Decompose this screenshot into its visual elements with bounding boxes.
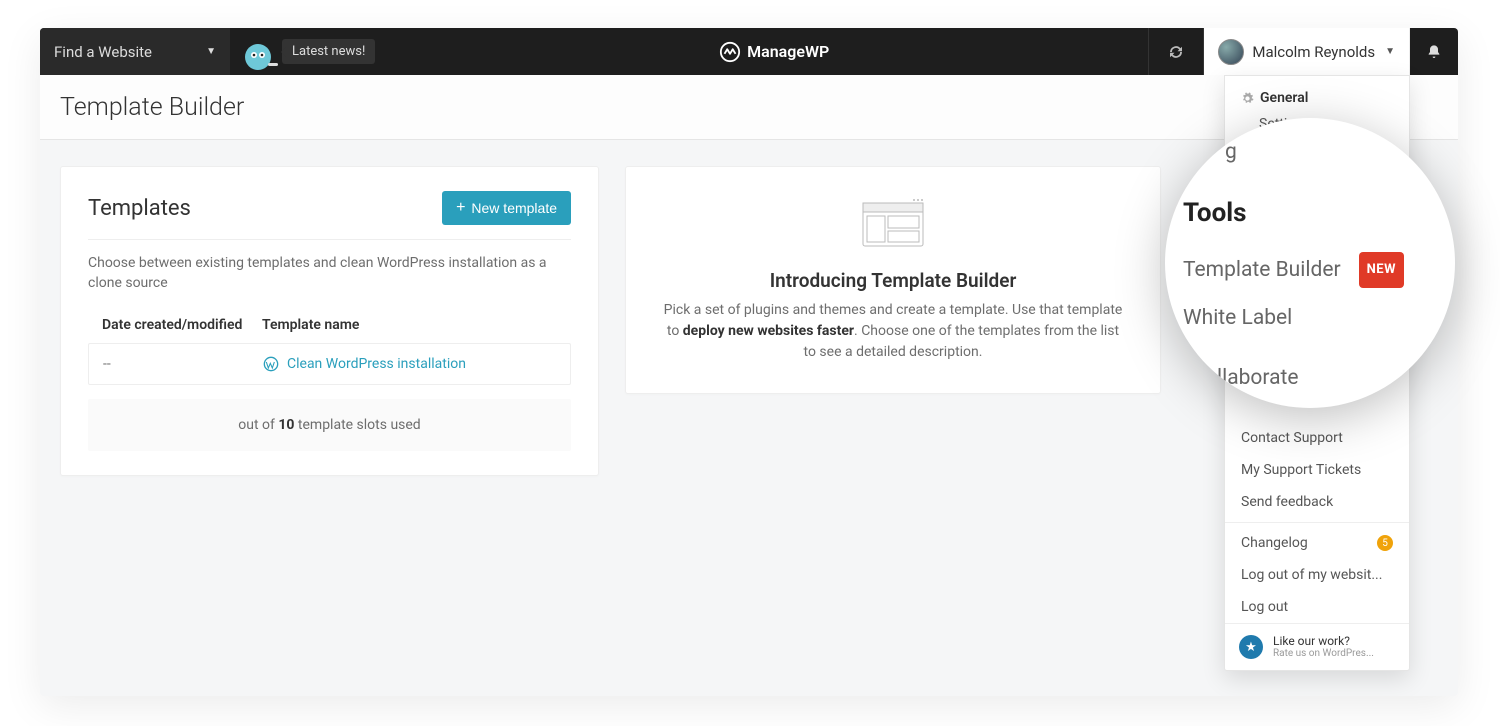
dd-general-heading: General xyxy=(1241,86,1393,110)
zoom-clip-top: g xyxy=(1225,140,1237,164)
user-name: Malcolm Reynolds xyxy=(1252,43,1375,61)
zoom-white-label-label: White Label xyxy=(1183,294,1292,342)
slots-prefix: out of xyxy=(238,417,278,433)
dd-item-my-tickets[interactable]: My Support Tickets xyxy=(1225,454,1409,486)
zoom-lens: g Tools Template Builder NEW White Label… xyxy=(1165,118,1455,408)
star-icon: ★ xyxy=(1239,635,1263,659)
intro-text: Pick a set of plugins and themes and cre… xyxy=(663,300,1123,363)
templates-table-header: Date created/modified Template name xyxy=(88,311,571,339)
dd-item-send-feedback[interactable]: Send feedback xyxy=(1225,486,1409,518)
zoom-item-white-label[interactable]: White Label xyxy=(1183,294,1455,342)
dd-tickets-label: My Support Tickets xyxy=(1241,462,1361,478)
refresh-icon xyxy=(1167,43,1185,61)
table-row[interactable]: -- Clean WordPress installation xyxy=(88,343,571,385)
plus-icon: + xyxy=(456,199,465,217)
dd-separator xyxy=(1225,522,1409,523)
news-bubble[interactable]: Latest news! xyxy=(282,39,375,64)
templates-title: Templates xyxy=(88,196,191,221)
zoom-content: Tools Template Builder NEW White Label xyxy=(1183,184,1455,342)
zoom-tools-heading: Tools xyxy=(1183,184,1455,244)
row-name: Clean WordPress installation xyxy=(287,356,466,372)
news-label: Latest news! xyxy=(292,44,365,59)
brand: ManageWP xyxy=(400,41,1148,63)
row-date: -- xyxy=(103,356,263,372)
new-template-label: New template xyxy=(471,200,557,216)
dd-logout-sites-label: Log out of my websit... xyxy=(1241,567,1382,583)
dd-item-logout-sites[interactable]: Log out of my websit... xyxy=(1225,559,1409,591)
zoom-clip-bottom: llaborate xyxy=(1217,366,1299,390)
find-website-label: Find a Website xyxy=(54,43,152,61)
rate-us-box[interactable]: ★ Like our work? Rate us on WordPres... xyxy=(1225,623,1409,670)
row-name-link[interactable]: Clean WordPress installation xyxy=(263,356,556,372)
intro-text-bold: deploy new websites faster xyxy=(683,323,854,339)
user-menu-trigger[interactable]: Malcolm Reynolds ▼ xyxy=(1204,28,1410,75)
new-badge: NEW xyxy=(1359,252,1404,288)
dd-logout-label: Log out xyxy=(1241,599,1288,615)
gear-icon xyxy=(1241,92,1254,105)
changelog-count-badge: 5 xyxy=(1377,535,1393,551)
topbar: Find a Website ▼ Latest news! ManageWP M… xyxy=(40,28,1458,75)
slots-total: 10 xyxy=(278,417,294,433)
rate-title: Like our work? xyxy=(1273,634,1350,648)
templates-card: Templates + New template Choose between … xyxy=(60,166,599,476)
rate-text: Like our work? Rate us on WordPres... xyxy=(1273,634,1374,660)
avatar xyxy=(1218,39,1244,65)
news-area: Latest news! xyxy=(230,28,400,75)
chevron-down-icon: ▼ xyxy=(206,46,216,57)
rate-sub: Rate us on WordPres... xyxy=(1273,648,1374,660)
bell-icon xyxy=(1426,44,1442,60)
intro-card: Introducing Template Builder Pick a set … xyxy=(625,166,1161,394)
find-website-dropdown[interactable]: Find a Website ▼ xyxy=(40,28,230,75)
chevron-down-icon: ▼ xyxy=(1385,46,1395,57)
zoom-item-template-builder[interactable]: Template Builder NEW xyxy=(1183,246,1455,294)
templates-description: Choose between existing templates and cl… xyxy=(88,254,571,293)
col-date-header: Date created/modified xyxy=(102,317,262,333)
brand-logo-icon xyxy=(719,41,741,63)
intro-title: Introducing Template Builder xyxy=(653,269,1133,292)
page-title: Template Builder xyxy=(60,93,244,122)
mascot-icon xyxy=(238,39,284,77)
refresh-button[interactable] xyxy=(1148,28,1204,75)
notifications-button[interactable] xyxy=(1410,28,1458,75)
dd-contact-label: Contact Support xyxy=(1241,430,1343,446)
brand-name: ManageWP xyxy=(747,42,829,61)
wordpress-icon xyxy=(263,356,279,372)
dd-item-contact-support[interactable]: Contact Support xyxy=(1225,422,1409,454)
dd-feedback-label: Send feedback xyxy=(1241,494,1333,510)
dd-item-logout[interactable]: Log out xyxy=(1225,591,1409,623)
dd-changelog-label: Changelog xyxy=(1241,535,1308,551)
col-name-header: Template name xyxy=(262,317,557,333)
template-illustration-icon xyxy=(862,197,924,247)
zoom-template-builder-label: Template Builder xyxy=(1183,246,1341,294)
slots-info: out of 10 template slots used xyxy=(88,399,571,451)
dd-general-label: General xyxy=(1260,90,1308,106)
new-template-button[interactable]: + New template xyxy=(442,191,571,225)
dd-item-changelog[interactable]: Changelog 5 xyxy=(1225,527,1409,559)
templates-header: Templates + New template xyxy=(88,191,571,240)
slots-suffix: template slots used xyxy=(294,417,420,433)
